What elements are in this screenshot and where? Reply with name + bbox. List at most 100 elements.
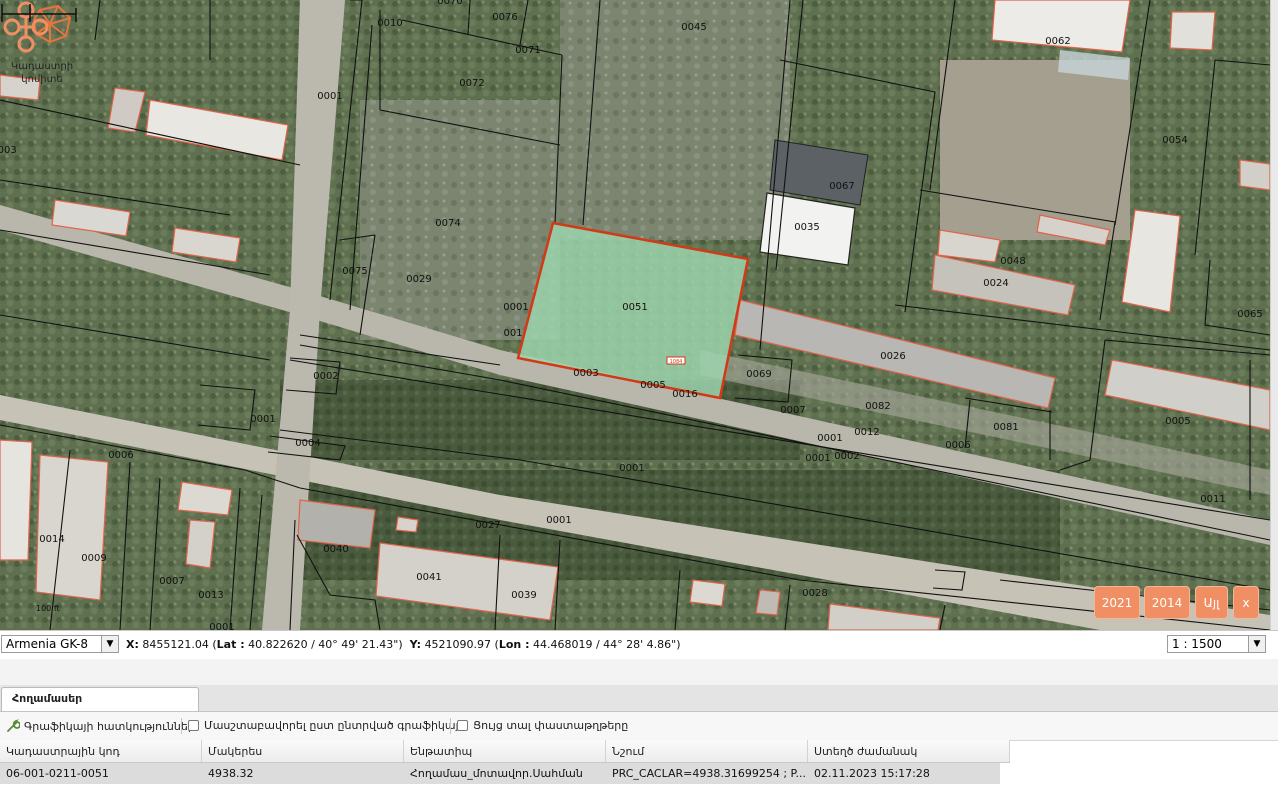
map-vertical-scrollbar[interactable] bbox=[1270, 0, 1278, 630]
column-header-note[interactable]: Նշում bbox=[606, 740, 808, 762]
scale-select[interactable]: 1 : 1500 ▼ bbox=[1167, 635, 1266, 653]
parcel-label: 0076 bbox=[492, 12, 517, 23]
parcel-label: 0001 bbox=[317, 91, 342, 102]
parcel-label: 0012 bbox=[854, 427, 879, 438]
column-header-subtype[interactable]: Ենթատիպ bbox=[404, 740, 606, 762]
column-header-area[interactable]: Մակերես bbox=[202, 740, 404, 762]
parcel-label: 0081 bbox=[993, 422, 1018, 433]
parcel-label: 0051 bbox=[622, 302, 647, 313]
scale-bar bbox=[1, 4, 77, 22]
parcel-label: 0001 bbox=[619, 463, 644, 474]
cell-created-time: 02.11.2023 15:17:28 bbox=[814, 767, 930, 780]
projection-select[interactable]: Armenia GK-8 ▼ bbox=[1, 635, 119, 653]
parcel-label: 0001 bbox=[817, 433, 842, 444]
other-year-button[interactable]: Այլ bbox=[1195, 586, 1228, 619]
parcel-label: 0074 bbox=[435, 218, 460, 229]
lat-value: 40.822620 / 40° 49' 21.43" bbox=[248, 638, 399, 651]
parcel-label: 0001 bbox=[546, 515, 571, 526]
scale-value: 1 : 1500 bbox=[1172, 637, 1222, 651]
parcel-label: 0040 bbox=[323, 544, 348, 555]
results-toolbar: Գրաֆիկայի հատկություններ Մասշտաբավորել ը… bbox=[0, 712, 1278, 741]
zoom-selected-label: Մասշտաբավորել ըստ ընտրված գրաֆիկայի bbox=[204, 719, 466, 732]
y-label: Y: bbox=[409, 638, 422, 651]
parcel-label: 0065 bbox=[1237, 309, 1262, 320]
graphic-properties-button[interactable]: Գրաֆիկայի հատկություններ bbox=[6, 719, 195, 733]
parcel-label: 0010 bbox=[377, 18, 402, 29]
cell-area: 4938.32 bbox=[208, 767, 254, 780]
selected-parcel-tag: 1084 bbox=[670, 359, 683, 365]
parcel-label: 0048 bbox=[1000, 256, 1025, 267]
map-view[interactable]: 1084 0070 0076 0010 0071 0045 0062 0001 0072 000… bbox=[0, 0, 1270, 630]
zoom-selected-checkbox[interactable] bbox=[188, 720, 199, 731]
year-2014-button[interactable]: 2014 bbox=[1144, 586, 1190, 619]
parcel-label: 0006 bbox=[945, 440, 970, 451]
parcel-label: 0067 bbox=[829, 181, 854, 192]
parcel-label: 0001 bbox=[250, 414, 275, 425]
parcel-label: 001 bbox=[503, 328, 522, 339]
panel-splitter[interactable] bbox=[0, 659, 1278, 686]
parcel-label: 0011 bbox=[1200, 494, 1225, 505]
chevron-down-icon[interactable]: ▼ bbox=[101, 636, 118, 652]
tab-parcels[interactable]: Հողամասեր bbox=[1, 687, 199, 711]
parcel-label: 0035 bbox=[794, 222, 819, 233]
parcel-label: 0062 bbox=[1045, 36, 1070, 47]
parcel-label: 0005 bbox=[640, 380, 665, 391]
table-row[interactable]: 06-001-0211-0051 4938.32 Հողամաս_մոտավոր… bbox=[0, 763, 1000, 784]
parcel-label: 0027 bbox=[475, 520, 500, 531]
cell-note: PRC_CACLAR=4938.31699254 ; P... bbox=[612, 767, 806, 780]
zoom-to-selected-toggle[interactable]: Մասշտաբավորել ըստ ընտրված գրաֆիկայի bbox=[188, 719, 466, 732]
parcel-label: 0028 bbox=[802, 588, 827, 599]
parcel-label: 0045 bbox=[681, 22, 706, 33]
toolbar-divider bbox=[450, 718, 451, 734]
parcel-label: 0041 bbox=[416, 572, 441, 583]
parcel-label: 0005 bbox=[1165, 416, 1190, 427]
year-2021-button[interactable]: 2021 bbox=[1094, 586, 1140, 619]
table-header: Կադաստրային կոդ Մակերես Ենթատիպ Նշում Ստ… bbox=[0, 740, 1010, 763]
scale-label: 100 ft bbox=[36, 604, 60, 613]
parcel-label: 0054 bbox=[1162, 135, 1187, 146]
parcel-label: 0007 bbox=[159, 576, 184, 587]
parcel-label: 0071 bbox=[515, 45, 540, 56]
parcel-label: 0009 bbox=[81, 553, 106, 564]
parcel-label: 0029 bbox=[406, 274, 431, 285]
x-label: X: bbox=[126, 638, 139, 651]
cell-subtype: Հողամաս_մոտավոր.Սահման bbox=[410, 767, 583, 780]
lat-label: Lat : bbox=[216, 638, 245, 651]
parcel-label: 0001 bbox=[209, 622, 234, 630]
wrench-icon bbox=[7, 719, 20, 732]
cell-cadastral-code: 06-001-0211-0051 bbox=[6, 767, 109, 780]
close-years-button[interactable]: x bbox=[1233, 586, 1259, 619]
parcel-label: 0003 bbox=[573, 368, 598, 379]
lon-label: Lon : bbox=[498, 638, 530, 651]
chevron-down-icon[interactable]: ▼ bbox=[1248, 636, 1265, 652]
parcel-label: 0075 bbox=[342, 266, 367, 277]
map-canvas[interactable]: 1084 0070 0076 0010 0071 0045 0062 0001 0072 000… bbox=[0, 0, 1270, 630]
lon-value: 44.468019 / 44° 28' 4.86" bbox=[532, 638, 677, 651]
logo-text: Կադաստրի կոմիտե bbox=[2, 60, 82, 86]
x-value: 8455121.04 bbox=[142, 638, 209, 651]
show-documents-label: Ցույց տալ փաստաթղթերը bbox=[473, 719, 629, 732]
parcel-label: 0024 bbox=[983, 278, 1008, 289]
show-documents-checkbox[interactable] bbox=[457, 720, 468, 731]
parcel-label: 0069 bbox=[746, 369, 771, 380]
column-header-created-time[interactable]: Ստեղծ ժամանակ bbox=[808, 740, 1010, 762]
logo-line-1: Կադաստրի bbox=[10, 61, 74, 72]
parcel-label: 0013 bbox=[198, 590, 223, 601]
y-value: 4521090.97 bbox=[424, 638, 492, 651]
column-header-cadastral-code[interactable]: Կադաստրային կոդ bbox=[0, 740, 202, 762]
parcel-label: 0007 bbox=[780, 405, 805, 416]
parcel-label: 0001 bbox=[503, 302, 528, 313]
graphic-properties-label: Գրաֆիկայի հատկություններ bbox=[24, 719, 195, 733]
logo-line-2: կոմիտե bbox=[21, 74, 63, 85]
parcel-label: 0006 bbox=[108, 450, 133, 461]
toolbar-divider bbox=[181, 718, 182, 734]
coordinate-readout: X: 8455121.04 (Lat : 40.822620 / 40° 49'… bbox=[126, 638, 681, 651]
tab-bar: Հողամասեր bbox=[0, 685, 1278, 712]
coordinate-statusbar: Armenia GK-8 ▼ X: 8455121.04 (Lat : 40.8… bbox=[0, 630, 1278, 660]
projection-value: Armenia GK-8 bbox=[6, 637, 88, 651]
parcel-label: 0002 bbox=[313, 371, 338, 382]
parcel-label: 0039 bbox=[511, 590, 536, 601]
parcel-label: 0026 bbox=[880, 351, 905, 362]
show-documents-toggle[interactable]: Ցույց տալ փաստաթղթերը bbox=[457, 719, 628, 732]
parcel-label: 0003 bbox=[0, 145, 17, 156]
